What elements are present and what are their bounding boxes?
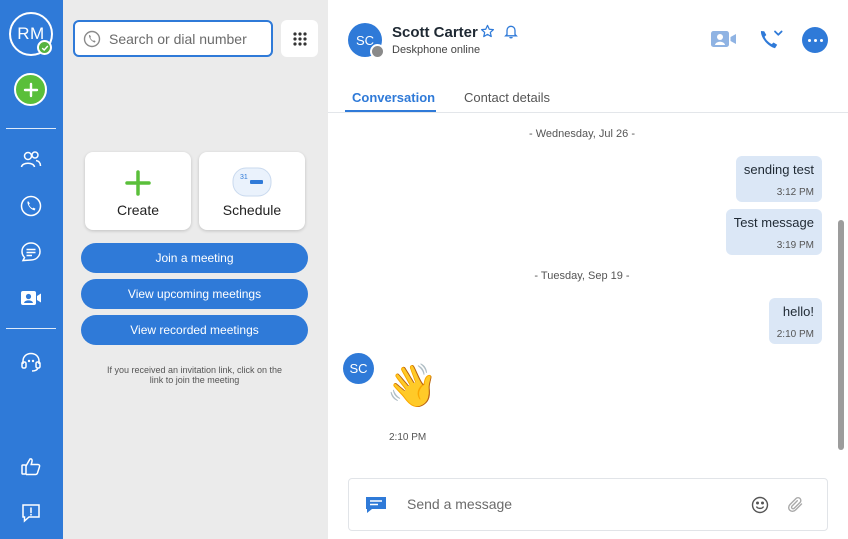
dialpad-icon — [292, 31, 307, 46]
tabs-divider — [328, 112, 848, 113]
sender-initials: SC — [349, 361, 368, 376]
smiley-icon — [751, 496, 769, 514]
message-time: 3:19 PM — [776, 240, 814, 251]
outgoing-message[interactable]: Test message 3:19 PM — [725, 209, 822, 255]
favorite-button[interactable] — [480, 24, 495, 44]
video-contact-icon — [21, 291, 41, 305]
calendar-day: 31 — [240, 174, 248, 181]
phone-dropdown-icon — [760, 30, 783, 49]
plus-icon — [125, 170, 151, 196]
more-options-button[interactable] — [802, 27, 828, 53]
calls-nav-button[interactable] — [17, 192, 45, 220]
date-separator: - Tuesday, Sep 19 - — [534, 270, 630, 282]
tab-conversation[interactable]: Conversation — [352, 90, 435, 105]
message-text: sending test — [743, 162, 814, 177]
deskphone-status-icon — [370, 44, 385, 59]
search-box[interactable] — [73, 20, 273, 57]
rail-divider — [6, 328, 56, 329]
headset-icon — [21, 352, 41, 372]
call-button[interactable] — [758, 26, 784, 52]
phone-search-icon — [83, 30, 101, 47]
schedule-label: Schedule — [222, 202, 282, 218]
presence-online-icon — [37, 40, 52, 55]
view-recorded-meetings-button[interactable]: View recorded meetings — [81, 315, 308, 345]
tab-contact-details[interactable]: Contact details — [464, 90, 550, 105]
date-separator: - Wednesday, Jul 26 - — [529, 128, 635, 140]
left-rail: RM — [0, 0, 63, 539]
message-text: Test message — [733, 215, 814, 230]
meetings-nav-button[interactable] — [17, 284, 45, 312]
star-icon — [480, 24, 495, 38]
message-time: 2:10 PM — [776, 329, 814, 340]
message-text: hello! — [782, 304, 814, 319]
chat-icon — [21, 242, 41, 262]
outgoing-message[interactable]: sending test 3:12 PM — [735, 156, 822, 202]
report-issue-button[interactable] — [17, 499, 45, 527]
contact-status: Deskphone online — [392, 44, 481, 56]
message-compose-icon — [366, 497, 386, 513]
message-format-button[interactable] — [364, 496, 388, 519]
outgoing-message[interactable]: hello! 2:10 PM — [768, 298, 822, 344]
calendar-icon: 31 — [232, 167, 272, 197]
message-scrollbar[interactable] — [838, 220, 844, 450]
dialpad-button[interactable] — [281, 20, 318, 57]
message-input[interactable] — [407, 496, 727, 512]
messages-nav-button[interactable] — [17, 238, 45, 266]
contact-name[interactable]: Scott Carter — [392, 24, 478, 41]
report-issue-icon — [22, 504, 40, 523]
message-time: 2:10 PM — [389, 432, 427, 443]
phone-icon — [20, 195, 42, 217]
video-call-button[interactable] — [710, 26, 738, 52]
more-dot — [807, 38, 811, 42]
create-meeting-tile[interactable]: Create — [85, 152, 191, 230]
meetings-panel: Create 31 Schedule Join a meeting View u… — [63, 0, 328, 539]
emoji-button[interactable] — [751, 496, 769, 519]
join-meeting-button[interactable]: Join a meeting — [81, 243, 308, 273]
people-icon — [20, 151, 42, 168]
voicemail-nav-button[interactable] — [17, 348, 45, 376]
feedback-button[interactable] — [17, 452, 45, 480]
more-dot — [813, 38, 817, 42]
create-label: Create — [116, 202, 160, 218]
add-button[interactable] — [14, 73, 47, 106]
sender-avatar[interactable]: SC — [343, 353, 374, 384]
video-camera-icon — [711, 31, 736, 47]
paperclip-icon — [788, 496, 803, 512]
attach-button[interactable] — [787, 496, 805, 519]
rail-divider — [6, 128, 56, 129]
search-input[interactable] — [109, 30, 259, 47]
message-composer[interactable] — [348, 478, 828, 531]
waving-hand-emoji[interactable]: 👋 — [386, 363, 438, 409]
bell-icon — [504, 25, 518, 39]
add-icon — [23, 82, 38, 97]
invitation-hint: If you received an invitation link, clic… — [106, 365, 283, 385]
message-time: 3:12 PM — [776, 187, 814, 198]
schedule-meeting-tile[interactable]: 31 Schedule — [199, 152, 305, 230]
thumbs-up-icon — [21, 458, 41, 476]
more-dot — [819, 38, 823, 42]
view-upcoming-meetings-button[interactable]: View upcoming meetings — [81, 279, 308, 309]
contacts-nav-button[interactable] — [17, 146, 45, 174]
conversation-pane: SC Scott Carter Deskphone online Convers… — [328, 0, 848, 539]
notifications-button[interactable] — [504, 24, 518, 44]
